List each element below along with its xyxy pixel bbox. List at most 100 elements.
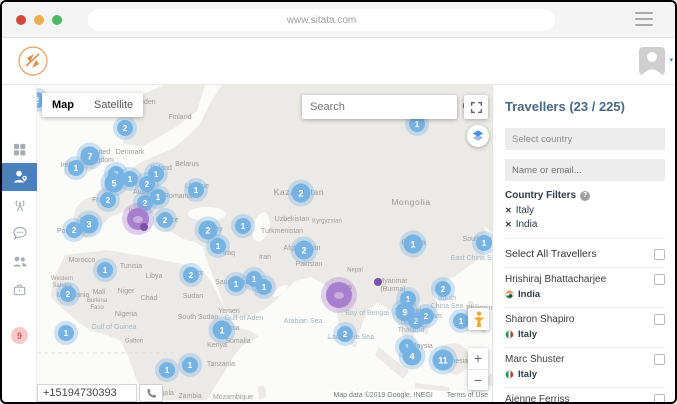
india-flag-icon	[505, 290, 514, 299]
map-cluster-marker[interactable]: 2	[183, 267, 199, 283]
map-attribution: Map data ©2019 Google, INEGI Terms of Us…	[329, 391, 492, 400]
map-cluster-marker[interactable]: 2	[66, 222, 82, 238]
sidebar-item-travellers-map[interactable]	[2, 163, 37, 191]
sidebar-item-messages[interactable]	[2, 219, 37, 247]
street-view-pegman-button[interactable]	[468, 308, 489, 330]
map-type-satellite-button[interactable]: Satellite	[84, 93, 143, 117]
map-cluster-marker[interactable]: 1	[159, 362, 175, 378]
map-cluster-marker[interactable]: 2	[199, 221, 218, 240]
address-bar[interactable]: www.sitata.com	[88, 9, 555, 31]
close-window-button[interactable]	[16, 15, 26, 25]
traveller-row[interactable]: Sharon ShapiroItaly	[505, 307, 665, 347]
traveller-checkbox[interactable]	[654, 274, 665, 285]
minimize-window-button[interactable]	[34, 15, 44, 25]
map-cluster-marker[interactable]: 1	[256, 279, 272, 295]
travellers-list: Hrishiraj BhattacharjeeIndiaSharon Shapi…	[505, 267, 665, 402]
traveller-checkbox[interactable]	[654, 394, 665, 402]
sitata-logo-icon[interactable]	[16, 44, 50, 83]
map-cluster-marker[interactable]: 2	[60, 286, 76, 302]
traveller-row[interactable]: Marc ShusterItaly	[505, 347, 665, 387]
map-cluster-marker[interactable]: 2	[337, 326, 353, 342]
map-cluster-marker[interactable]: 1	[68, 160, 84, 176]
fullscreen-button[interactable]	[464, 95, 488, 119]
remove-filter-icon[interactable]: ✕	[505, 220, 512, 229]
select-all-checkbox[interactable]	[654, 249, 665, 260]
sidebar-item-groups[interactable]	[2, 247, 37, 275]
traveller-row[interactable]: Aienne FerrissItaly	[505, 387, 665, 402]
layers-button[interactable]	[467, 125, 489, 147]
filter-country-name: Italy	[516, 205, 534, 216]
map-cluster-marker-selected[interactable]	[326, 282, 352, 308]
map-cluster-marker[interactable]: 2	[157, 212, 173, 228]
phone-icon	[146, 388, 157, 399]
antenna-icon	[12, 197, 28, 213]
map-cluster-marker[interactable]: 3	[80, 215, 99, 234]
travellers-panel: Travellers (23 / 225) Select country Cou…	[492, 85, 675, 402]
name-email-search-input[interactable]	[505, 159, 665, 181]
map-cluster-marker[interactable]: 11	[433, 350, 454, 371]
map-landmass-graphic	[37, 85, 492, 400]
maximize-window-button[interactable]	[52, 15, 62, 25]
user-avatar[interactable]	[639, 47, 665, 75]
map-cluster-marker[interactable]: 1	[188, 182, 204, 198]
map-cluster-marker[interactable]: 1	[476, 235, 492, 251]
panel-title: Travellers (23 / 225)	[505, 99, 665, 114]
browser-menu-icon[interactable]	[635, 12, 653, 26]
map-cluster-marker[interactable]: 2	[418, 308, 434, 324]
map-cluster-marker[interactable]: 5	[105, 174, 124, 193]
pegman-icon	[473, 311, 485, 328]
map-cluster-marker[interactable]: 1	[404, 235, 423, 254]
traveller-checkbox[interactable]	[654, 354, 665, 365]
map-canvas[interactable]: SwedenFinlandRussiaDenmarkUnitedKingdomI…	[37, 85, 492, 402]
call-button[interactable]	[139, 384, 163, 402]
map-cluster-marker[interactable]: 1	[213, 321, 232, 340]
sidebar-item-broadcasts[interactable]	[2, 191, 37, 219]
app-header: ▾	[2, 38, 675, 85]
main-content: 9	[2, 85, 675, 402]
map-cluster-marker[interactable]: 4	[403, 347, 422, 366]
help-icon[interactable]: ?	[580, 191, 590, 201]
map-cluster-marker[interactable]: 1	[97, 262, 113, 278]
map-search-input[interactable]	[302, 101, 460, 113]
person-pin-icon	[11, 168, 29, 186]
map-cluster-marker[interactable]: 1	[58, 325, 74, 341]
map-cluster-marker[interactable]: 1	[235, 218, 251, 234]
map-cluster-marker[interactable]: 1	[453, 313, 469, 329]
map-cluster-marker[interactable]: 1	[182, 357, 198, 373]
sidebar-item-dashboard[interactable]	[2, 135, 37, 163]
map-type-map-button[interactable]: Map	[42, 93, 84, 117]
remove-filter-icon[interactable]: ✕	[505, 206, 512, 215]
phone-widget	[37, 384, 163, 402]
map-cluster-marker[interactable]: 2	[117, 120, 133, 136]
map-cluster-marker[interactable]: 2	[292, 184, 311, 203]
map-cluster-marker[interactable]: 2	[100, 192, 116, 208]
traveller-row[interactable]: Hrishiraj BhattacharjeeIndia	[505, 267, 665, 307]
traveller-checkbox[interactable]	[654, 314, 665, 325]
select-all-label: Select All Travellers	[505, 248, 597, 260]
map-cluster-marker[interactable]: 1	[210, 238, 226, 254]
account-menu-caret-icon[interactable]: ▾	[669, 56, 673, 64]
map-traveller-dot[interactable]	[140, 223, 148, 231]
italy-flag-icon	[505, 370, 514, 379]
map-cluster-marker[interactable]: 2	[295, 241, 314, 260]
select-country-placeholder: Select country	[512, 134, 572, 145]
country-filter-item: ✕ Italy	[505, 205, 665, 216]
map-cluster-marker[interactable]: 1	[122, 171, 138, 187]
window-controls	[16, 15, 62, 25]
country-name: Italy	[518, 329, 537, 340]
side-nav: 9	[2, 85, 37, 402]
phone-number-input[interactable]	[37, 384, 137, 402]
zoom-in-button[interactable]: +	[468, 348, 488, 370]
map-traveller-dot[interactable]	[374, 278, 382, 286]
browser-bar: www.sitata.com	[2, 2, 675, 38]
select-all-row: Select All Travellers	[505, 238, 665, 267]
sidebar-item-support[interactable]: 9	[2, 323, 37, 351]
map-cluster-marker[interactable]: 2	[435, 281, 451, 297]
terms-of-use-link[interactable]: Terms of Use	[447, 392, 488, 399]
select-country-dropdown[interactable]: Select country	[505, 128, 665, 150]
zoom-out-button[interactable]: −	[468, 370, 488, 391]
map-cluster-marker[interactable]: 7	[81, 147, 100, 166]
map-cluster-marker[interactable]: 1	[228, 276, 244, 292]
sidebar-item-trips[interactable]	[2, 275, 37, 303]
country-name: Italy	[518, 369, 537, 380]
